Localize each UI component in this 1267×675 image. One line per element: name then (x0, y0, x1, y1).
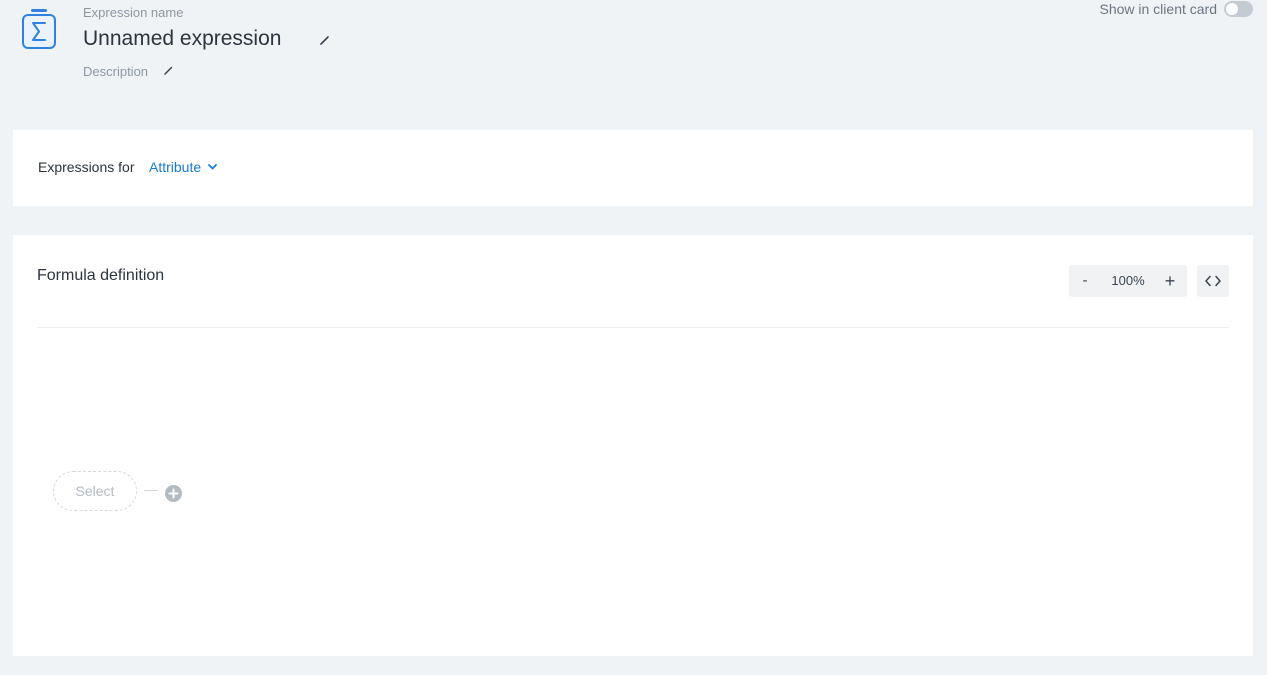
expressions-for-card: Expressions for Attribute (13, 130, 1253, 206)
toggle-knob (1226, 3, 1238, 15)
expression-name[interactable]: Unnamed expression (83, 27, 281, 51)
code-view-button[interactable] (1197, 265, 1229, 297)
show-in-client-card-label: Show in client card (1099, 1, 1217, 17)
expressions-for-label: Expressions for (38, 159, 135, 175)
formula-definition-title: Formula definition (37, 267, 165, 284)
edit-name-pencil-icon[interactable] (318, 33, 332, 47)
zoom-out-button[interactable]: - (1077, 265, 1093, 297)
zoom-in-button[interactable]: + (1162, 265, 1178, 297)
formula-select-node[interactable]: Select (53, 471, 137, 511)
sigma-icon (22, 9, 56, 49)
expression-name-label: Expression name (83, 5, 184, 20)
formula-definition-card: Formula definition - 100% + Select (13, 235, 1253, 656)
expression-header: Expression name Unnamed expression Descr… (0, 0, 1267, 120)
code-brackets-icon (1205, 275, 1221, 287)
plus-circle-icon[interactable] (165, 485, 182, 502)
zoom-control: - 100% + (1069, 265, 1187, 297)
formula-divider (37, 327, 1229, 328)
chevron-down-icon (208, 164, 218, 170)
zoom-level: 100% (1111, 273, 1145, 288)
node-connector (144, 490, 158, 491)
show-in-client-card-toggle[interactable] (1224, 1, 1253, 17)
attribute-dropdown[interactable]: Attribute (149, 159, 218, 175)
edit-description-pencil-icon[interactable] (162, 64, 175, 77)
description-field[interactable]: Description (83, 64, 148, 79)
attribute-dropdown-value: Attribute (149, 159, 202, 175)
